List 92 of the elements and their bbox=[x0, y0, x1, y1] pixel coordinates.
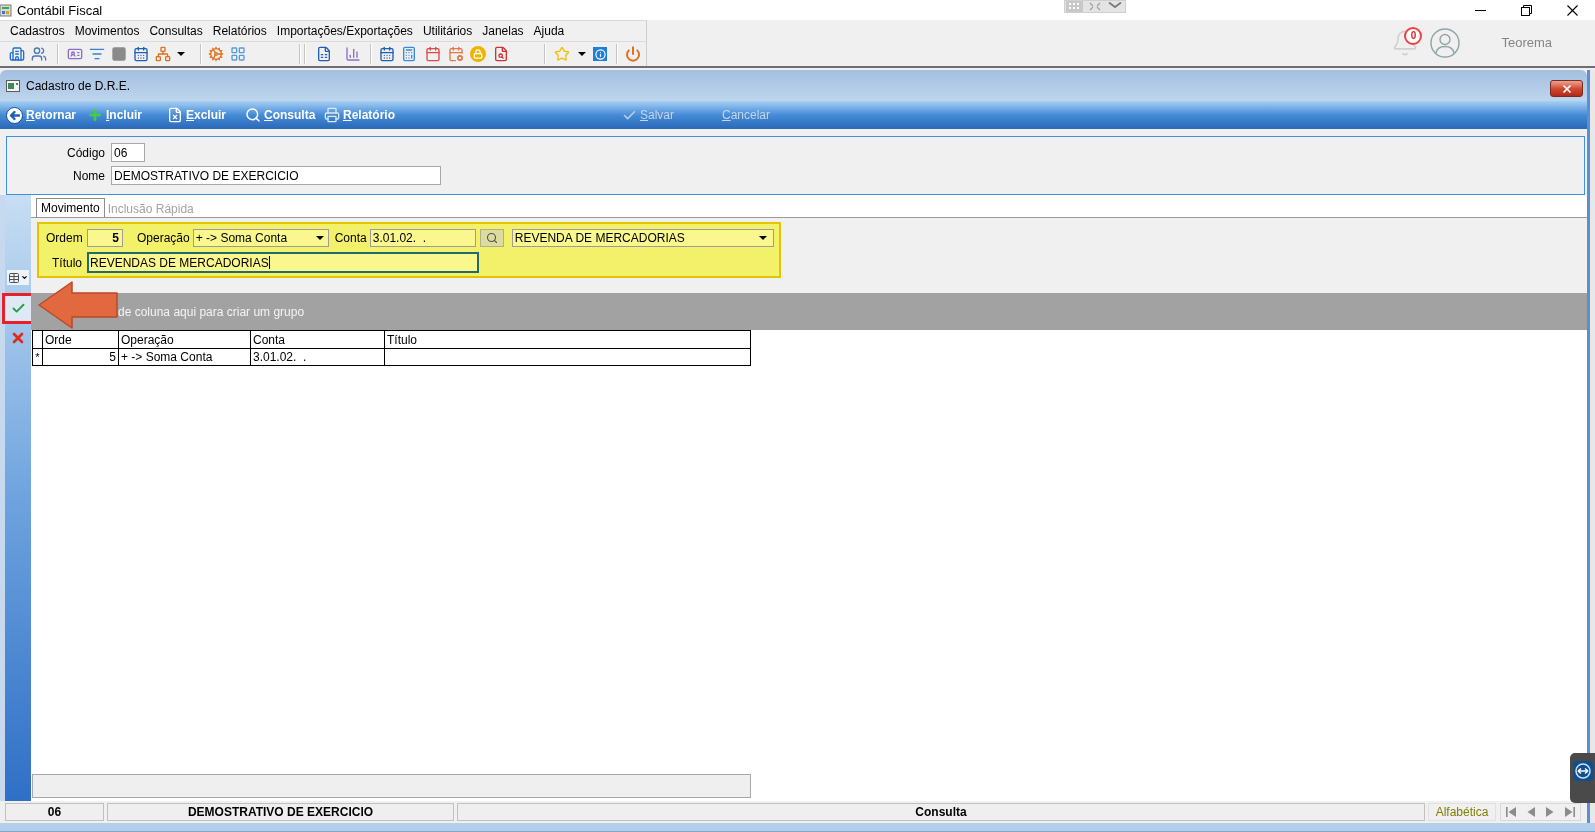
status-record-name: DEMOSTRATIVO DE EXERCICIO bbox=[107, 803, 454, 821]
number-field[interactable]: 5 bbox=[87, 229, 123, 247]
buildings-icon[interactable] bbox=[9, 46, 25, 62]
form-window-title: Cadastro de D.R.E. bbox=[26, 77, 131, 95]
close-button[interactable] bbox=[1550, 80, 1583, 97]
calendar-icon[interactable] bbox=[379, 46, 395, 62]
expand-icon[interactable] bbox=[1089, 2, 1101, 11]
menu-item[interactable]: Ajuda bbox=[528, 25, 570, 37]
menu-item[interactable]: Cadastros bbox=[5, 25, 70, 37]
table-settings-icon[interactable] bbox=[7, 270, 29, 285]
menu-item[interactable]: Janelas bbox=[477, 25, 529, 37]
id-card-icon[interactable] bbox=[67, 46, 83, 62]
text-field[interactable]: 06 bbox=[111, 143, 145, 162]
close-icon bbox=[1560, 82, 1573, 95]
field-label: Conta bbox=[334, 230, 367, 247]
padlock-icon[interactable] bbox=[470, 46, 486, 62]
dropdown-caret-icon bbox=[315, 236, 324, 240]
row-indicator: * bbox=[33, 349, 43, 365]
table-cell: + -> Soma Conta bbox=[119, 349, 251, 365]
calendar-gear-icon[interactable] bbox=[448, 46, 464, 62]
side-tab[interactable] bbox=[1570, 753, 1595, 803]
app-title: Contábil Fiscal bbox=[17, 3, 103, 17]
delete-button[interactable]: Excluir bbox=[165, 103, 243, 127]
grid-icon[interactable] bbox=[230, 46, 246, 62]
check-icon bbox=[10, 301, 26, 316]
bar-chart-icon[interactable] bbox=[345, 46, 361, 62]
title-field[interactable]: REVENDAS DE MERCADORIAS bbox=[87, 252, 479, 273]
plus-icon bbox=[87, 107, 103, 123]
power-icon[interactable] bbox=[625, 46, 641, 62]
restore-icon[interactable] bbox=[1520, 4, 1532, 16]
field-label: Ordem bbox=[46, 230, 82, 247]
first-record-icon[interactable] bbox=[1504, 806, 1517, 818]
column-header[interactable]: Orde bbox=[43, 331, 119, 348]
people-icon[interactable] bbox=[31, 46, 47, 62]
status-mode: Consulta bbox=[457, 803, 1425, 821]
gear-icon[interactable] bbox=[208, 46, 224, 62]
document-x-icon bbox=[167, 107, 183, 123]
menu-item[interactable]: Consultas bbox=[144, 25, 208, 37]
status-code: 06 bbox=[5, 803, 104, 821]
list-icon[interactable] bbox=[89, 46, 105, 62]
notification-badge: 0 bbox=[1404, 27, 1423, 45]
minimize-icon[interactable] bbox=[1474, 9, 1486, 11]
star-icon[interactable] bbox=[554, 46, 570, 62]
dropdown-field[interactable]: + -> Soma Conta bbox=[192, 229, 329, 247]
text-field[interactable]: DEMOSTRATIVO DE EXERCICIO bbox=[111, 166, 441, 185]
lookup-button[interactable] bbox=[479, 229, 504, 247]
calendar-icon[interactable] bbox=[133, 46, 149, 62]
table-cell: 3.01.02. . bbox=[251, 349, 385, 365]
menu-item[interactable]: Movimentos bbox=[69, 25, 145, 37]
double-arrow-icon bbox=[1572, 761, 1593, 781]
search-icon bbox=[245, 107, 261, 123]
last-record-icon[interactable] bbox=[1564, 806, 1577, 818]
column-header[interactable]: Operação bbox=[119, 331, 251, 348]
user-name: Teorema bbox=[1501, 34, 1552, 53]
field-label: Operação bbox=[137, 230, 190, 247]
tab[interactable]: Movimento bbox=[36, 198, 105, 217]
group-by-hint: de coluna aqui para criar um grupo bbox=[118, 303, 305, 321]
search-icon bbox=[485, 232, 498, 244]
info-icon[interactable] bbox=[593, 47, 607, 61]
close-icon[interactable] bbox=[1566, 4, 1578, 16]
calendar-icon[interactable] bbox=[425, 46, 441, 62]
field-label: Nome bbox=[72, 167, 105, 185]
printer-icon bbox=[324, 107, 340, 123]
menu-item[interactable]: Relatórios bbox=[207, 25, 272, 37]
user-avatar-icon[interactable] bbox=[1430, 28, 1461, 58]
sort-order-label[interactable]: Alfabética bbox=[1428, 803, 1496, 821]
cross-icon[interactable] bbox=[10, 330, 26, 346]
add-button[interactable]: Incluir bbox=[85, 103, 165, 127]
ledger-app-icon bbox=[0, 3, 13, 17]
form-window-icon bbox=[6, 79, 20, 92]
caret-icon[interactable] bbox=[578, 52, 586, 56]
column-header[interactable]: Título bbox=[385, 331, 750, 348]
field-label: Título bbox=[51, 254, 82, 272]
dropdown-caret-icon bbox=[758, 236, 767, 240]
account-field[interactable]: 3.01.02. . bbox=[369, 229, 476, 247]
print-button[interactable]: Relatório bbox=[322, 103, 400, 127]
dropdown-field[interactable]: REVENDA DE MERCADORIAS bbox=[511, 229, 774, 247]
menu-item[interactable]: Utilitários bbox=[417, 25, 478, 37]
table-search-icon[interactable] bbox=[493, 46, 509, 62]
chevron-icon[interactable] bbox=[1108, 2, 1122, 11]
caret-icon[interactable] bbox=[177, 52, 185, 56]
spreadsheet-icon[interactable] bbox=[316, 46, 332, 62]
column-header[interactable]: Conta bbox=[251, 331, 385, 348]
back-button[interactable]: Retornar bbox=[4, 103, 85, 127]
search-button[interactable]: Consulta bbox=[243, 103, 322, 127]
square-icon[interactable] bbox=[111, 46, 127, 62]
calculator-icon[interactable] bbox=[401, 46, 417, 62]
text-cursor-icon bbox=[268, 256, 270, 269]
menu-item[interactable]: Importações/Exportações bbox=[271, 25, 418, 37]
table-cell: 5 bbox=[43, 349, 119, 365]
field-label: Código bbox=[65, 144, 105, 162]
hierarchy-icon[interactable] bbox=[155, 46, 171, 62]
